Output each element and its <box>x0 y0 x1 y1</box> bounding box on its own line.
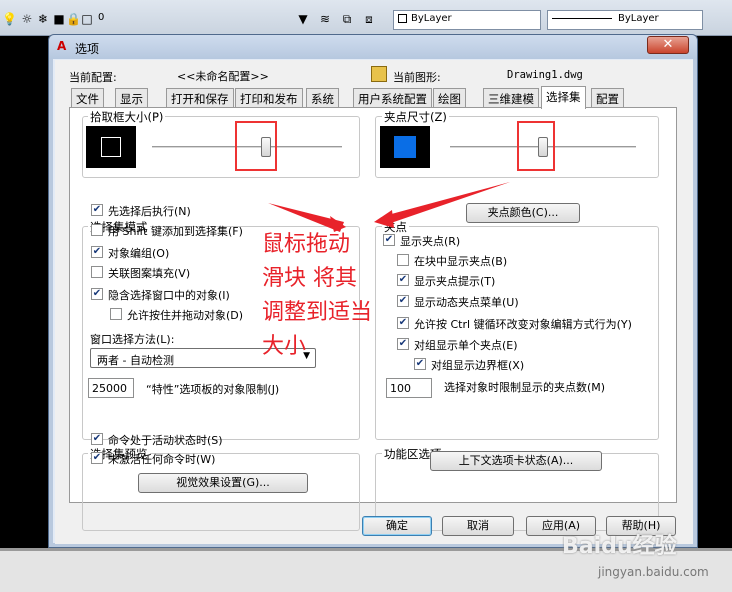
grip-option-2-label: 显示夹点提示(T) <box>414 275 496 288</box>
grip-option-0-checkbox[interactable]: ✔ <box>383 234 395 246</box>
annotation-line: 鼠标拖动 <box>262 232 351 257</box>
arrow-right <box>384 182 510 224</box>
selection-mode-5-checkbox[interactable] <box>110 308 122 320</box>
selection-mode-3-checkbox[interactable] <box>91 266 103 278</box>
selection-mode-4-label: 隐含选择窗口中的对象(I) <box>108 289 230 302</box>
grip-option-5-checkbox[interactable]: ✔ <box>397 338 409 350</box>
selection-mode-5-label: 允许按住并拖动对象(D) <box>127 309 244 322</box>
selection-mode-3-label: 关联图案填充(V) <box>108 267 191 280</box>
selection-mode-1-label: 用 Shift 键添加到选择集(F) <box>108 225 243 238</box>
selection-mode-0-label: 先选择后执行(N) <box>108 205 191 218</box>
grip-option-1-label: 在块中显示夹点(B) <box>414 255 508 268</box>
grip-option-3-checkbox[interactable]: ✔ <box>397 295 409 307</box>
grip-option-4-checkbox[interactable]: ✔ <box>397 317 409 329</box>
watermark-brand: Baidu经验 <box>562 534 677 559</box>
grip-option-3-label: 显示动态夹点菜单(U) <box>414 296 519 309</box>
grip-option-4-label: 允许按 Ctrl 键循环改变对象编辑方式行为(Y) <box>414 318 632 331</box>
selection-mode-2-label: 对象编组(O) <box>108 247 170 260</box>
grip-option-6-checkbox[interactable]: ✔ <box>414 358 426 370</box>
tab-selection[interactable]: 选择集 <box>541 86 586 109</box>
annotation-line: 滑块 将其 <box>262 266 357 291</box>
grip-option-6-label: 对组显示边界框(X) <box>431 359 525 372</box>
annotation-line: 调整到适当 <box>262 300 373 325</box>
arrow-right-head <box>374 210 394 228</box>
grip-option-0-label: 显示夹点(R) <box>400 235 461 248</box>
grip-option-5-label: 对组显示单个夹点(E) <box>414 339 518 352</box>
selection-mode-1-checkbox[interactable] <box>91 224 103 236</box>
preview-option-0-checkbox[interactable]: ✔ <box>91 433 103 445</box>
preview-option-1-checkbox[interactable]: ✔ <box>91 452 103 464</box>
selection-mode-4-checkbox[interactable]: ✔ <box>91 288 103 300</box>
preview-option-0-label: 命令处于活动状态时(S) <box>108 434 223 447</box>
watermark-url: jingyan.baidu.com <box>598 565 709 579</box>
grip-option-1-checkbox[interactable] <box>397 254 409 266</box>
annotation-line: 大小 <box>262 334 307 359</box>
grip-option-2-checkbox[interactable]: ✔ <box>397 274 409 286</box>
preview-option-1-label: 未激活任何命令时(W) <box>108 453 216 466</box>
selection-mode-2-checkbox[interactable]: ✔ <box>91 246 103 258</box>
selection-mode-0-checkbox[interactable]: ✔ <box>91 204 103 216</box>
